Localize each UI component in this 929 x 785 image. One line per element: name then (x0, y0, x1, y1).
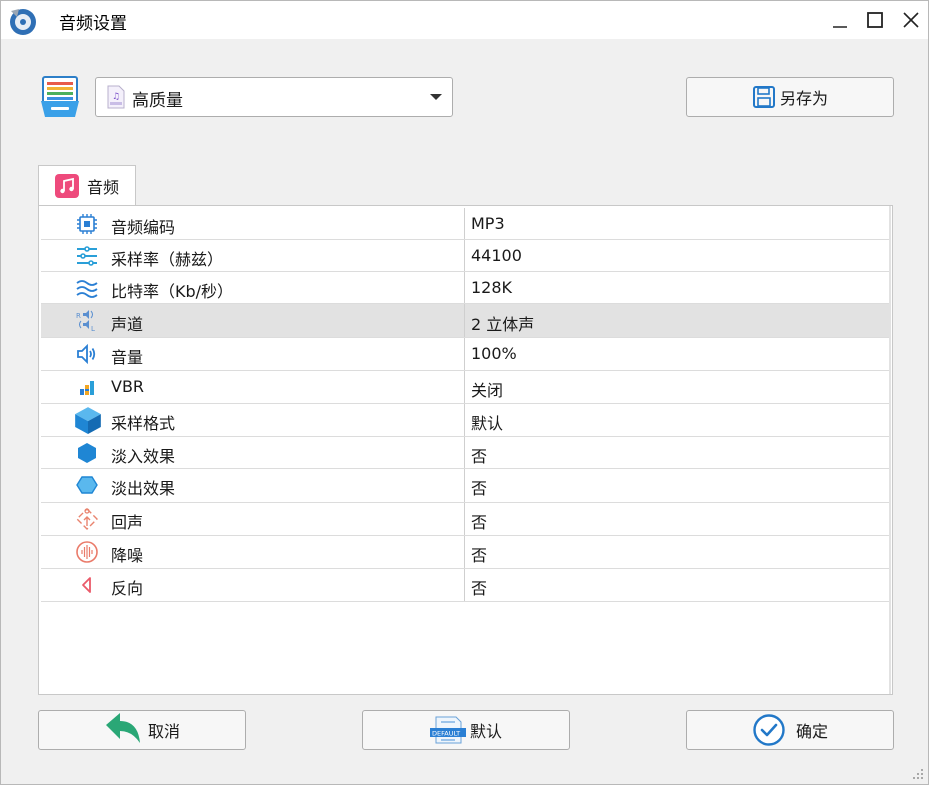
speaker-icon (77, 343, 96, 365)
property-value[interactable]: MP3 (471, 214, 505, 233)
column-divider (464, 338, 465, 370)
column-divider (464, 304, 465, 337)
column-divider (464, 404, 465, 436)
svg-text:♫: ♫ (112, 92, 120, 102)
property-row-vbr[interactable]: VBR 关闭 (41, 371, 889, 404)
property-row-audio-codec[interactable]: 音频编码 MP3 (41, 208, 889, 240)
preset-selected-value: 高质量 (132, 91, 183, 111)
property-value[interactable]: 44100 (471, 246, 522, 265)
hexagon-filled-icon (78, 443, 96, 463)
property-name: 比特率（Kb/秒） (111, 282, 234, 301)
column-divider (464, 272, 465, 303)
property-name: VBR (111, 377, 145, 396)
resize-grip-icon[interactable] (912, 768, 924, 780)
stereo-rl-icon: R L (76, 310, 95, 333)
default-badge-text: DEFAULT (432, 730, 460, 738)
app-logo-icon (10, 9, 36, 35)
preset-dropdown[interactable]: ♫ 高质量 (95, 77, 453, 117)
svg-text:R: R (76, 312, 81, 320)
reverse-icon (82, 577, 91, 593)
property-row-bitrate[interactable]: 比特率（Kb/秒） 128K (41, 272, 889, 304)
property-name: 反向 (111, 579, 144, 598)
property-value[interactable]: 2 立体声 (471, 311, 534, 335)
property-name: 淡入效果 (111, 447, 176, 466)
column-divider (464, 503, 465, 535)
property-value[interactable]: 否 (471, 509, 487, 533)
property-row-fade-out[interactable]: 淡出效果 否 (41, 469, 889, 503)
title-bar: 音频设置 (1, 1, 928, 39)
audio-settings-window: 音频设置 ♫ 高质量 另存为 音频 音频编码 MP3 采样率（赫兹） 44100… (0, 0, 929, 785)
echo-icon (76, 508, 98, 530)
default-button[interactable]: DEFAULT 默认 (362, 710, 570, 750)
property-name: 降噪 (111, 546, 144, 565)
property-value[interactable]: 默认 (471, 410, 503, 434)
ok-button[interactable]: 确定 (686, 710, 894, 750)
column-divider (464, 371, 465, 403)
column-divider (464, 437, 465, 468)
cancel-button[interactable]: 取消 (38, 710, 246, 750)
property-value[interactable]: 128K (471, 278, 512, 297)
hexagon-outline-icon (76, 476, 98, 494)
ok-label: 确定 (795, 722, 828, 741)
property-row-fade-in[interactable]: 淡入效果 否 (41, 437, 889, 469)
waves-icon (76, 280, 98, 298)
save-as-label: 另存为 (779, 89, 828, 108)
music-note-icon (55, 174, 79, 198)
property-value[interactable]: 否 (471, 443, 487, 467)
property-value[interactable]: 否 (471, 542, 487, 566)
svg-text:L: L (91, 325, 95, 333)
audio-file-icon: ♫ (107, 85, 125, 109)
property-name: 音量 (111, 348, 144, 367)
properties-panel: 音频编码 MP3 采样率（赫兹） 44100 比特率（Kb/秒） 128K R … (38, 205, 893, 695)
tab-audio-label: 音频 (87, 178, 120, 197)
close-icon[interactable] (896, 5, 926, 35)
chevron-down-icon[interactable] (430, 94, 442, 100)
property-name: 回声 (111, 513, 144, 532)
column-divider (464, 569, 465, 601)
vertical-scrollbar[interactable] (889, 206, 891, 694)
property-row-reverse[interactable]: 反向 否 (41, 569, 889, 602)
undo-arrow-icon (105, 713, 140, 743)
column-divider (464, 536, 465, 568)
property-name: 音频编码 (111, 218, 176, 237)
property-value[interactable]: 关闭 (471, 377, 503, 401)
preset-list-icon (41, 76, 79, 117)
property-row-channels[interactable]: R L 声道 2 立体声 (41, 304, 889, 338)
chip-icon (77, 214, 97, 234)
minimize-icon[interactable] (825, 5, 855, 35)
column-divider (464, 240, 465, 271)
property-row-noise-reduction[interactable]: 降噪 否 (41, 536, 889, 569)
property-name: 声道 (111, 315, 144, 334)
default-document-icon: DEFAULT (429, 716, 466, 744)
noise-reduction-icon (76, 541, 98, 563)
bars-icon (80, 381, 94, 395)
window-title: 音频设置 (59, 14, 127, 34)
column-divider (464, 469, 465, 502)
property-row-sample-format[interactable]: 采样格式 默认 (41, 404, 889, 437)
property-value[interactable]: 否 (471, 575, 487, 599)
check-circle-icon (753, 714, 785, 746)
property-name: 淡出效果 (111, 479, 176, 498)
maximize-icon[interactable] (860, 5, 890, 35)
waveform-nodes-icon (77, 246, 97, 266)
cancel-label: 取消 (147, 722, 180, 741)
floppy-save-icon (752, 86, 775, 108)
column-divider (464, 208, 465, 239)
property-row-echo[interactable]: 回声 否 (41, 503, 889, 536)
property-value[interactable]: 否 (471, 475, 487, 499)
tab-audio[interactable]: 音频 (38, 165, 136, 206)
property-name: 采样格式 (111, 414, 176, 433)
property-row-sample-rate[interactable]: 采样率（赫兹） 44100 (41, 240, 889, 272)
property-name: 采样率（赫兹） (111, 250, 224, 269)
cube-icon (75, 407, 101, 434)
default-label: 默认 (469, 722, 502, 741)
save-as-button[interactable]: 另存为 (686, 77, 894, 117)
property-row-volume[interactable]: 音量 100% (41, 338, 889, 371)
property-value[interactable]: 100% (471, 344, 517, 363)
